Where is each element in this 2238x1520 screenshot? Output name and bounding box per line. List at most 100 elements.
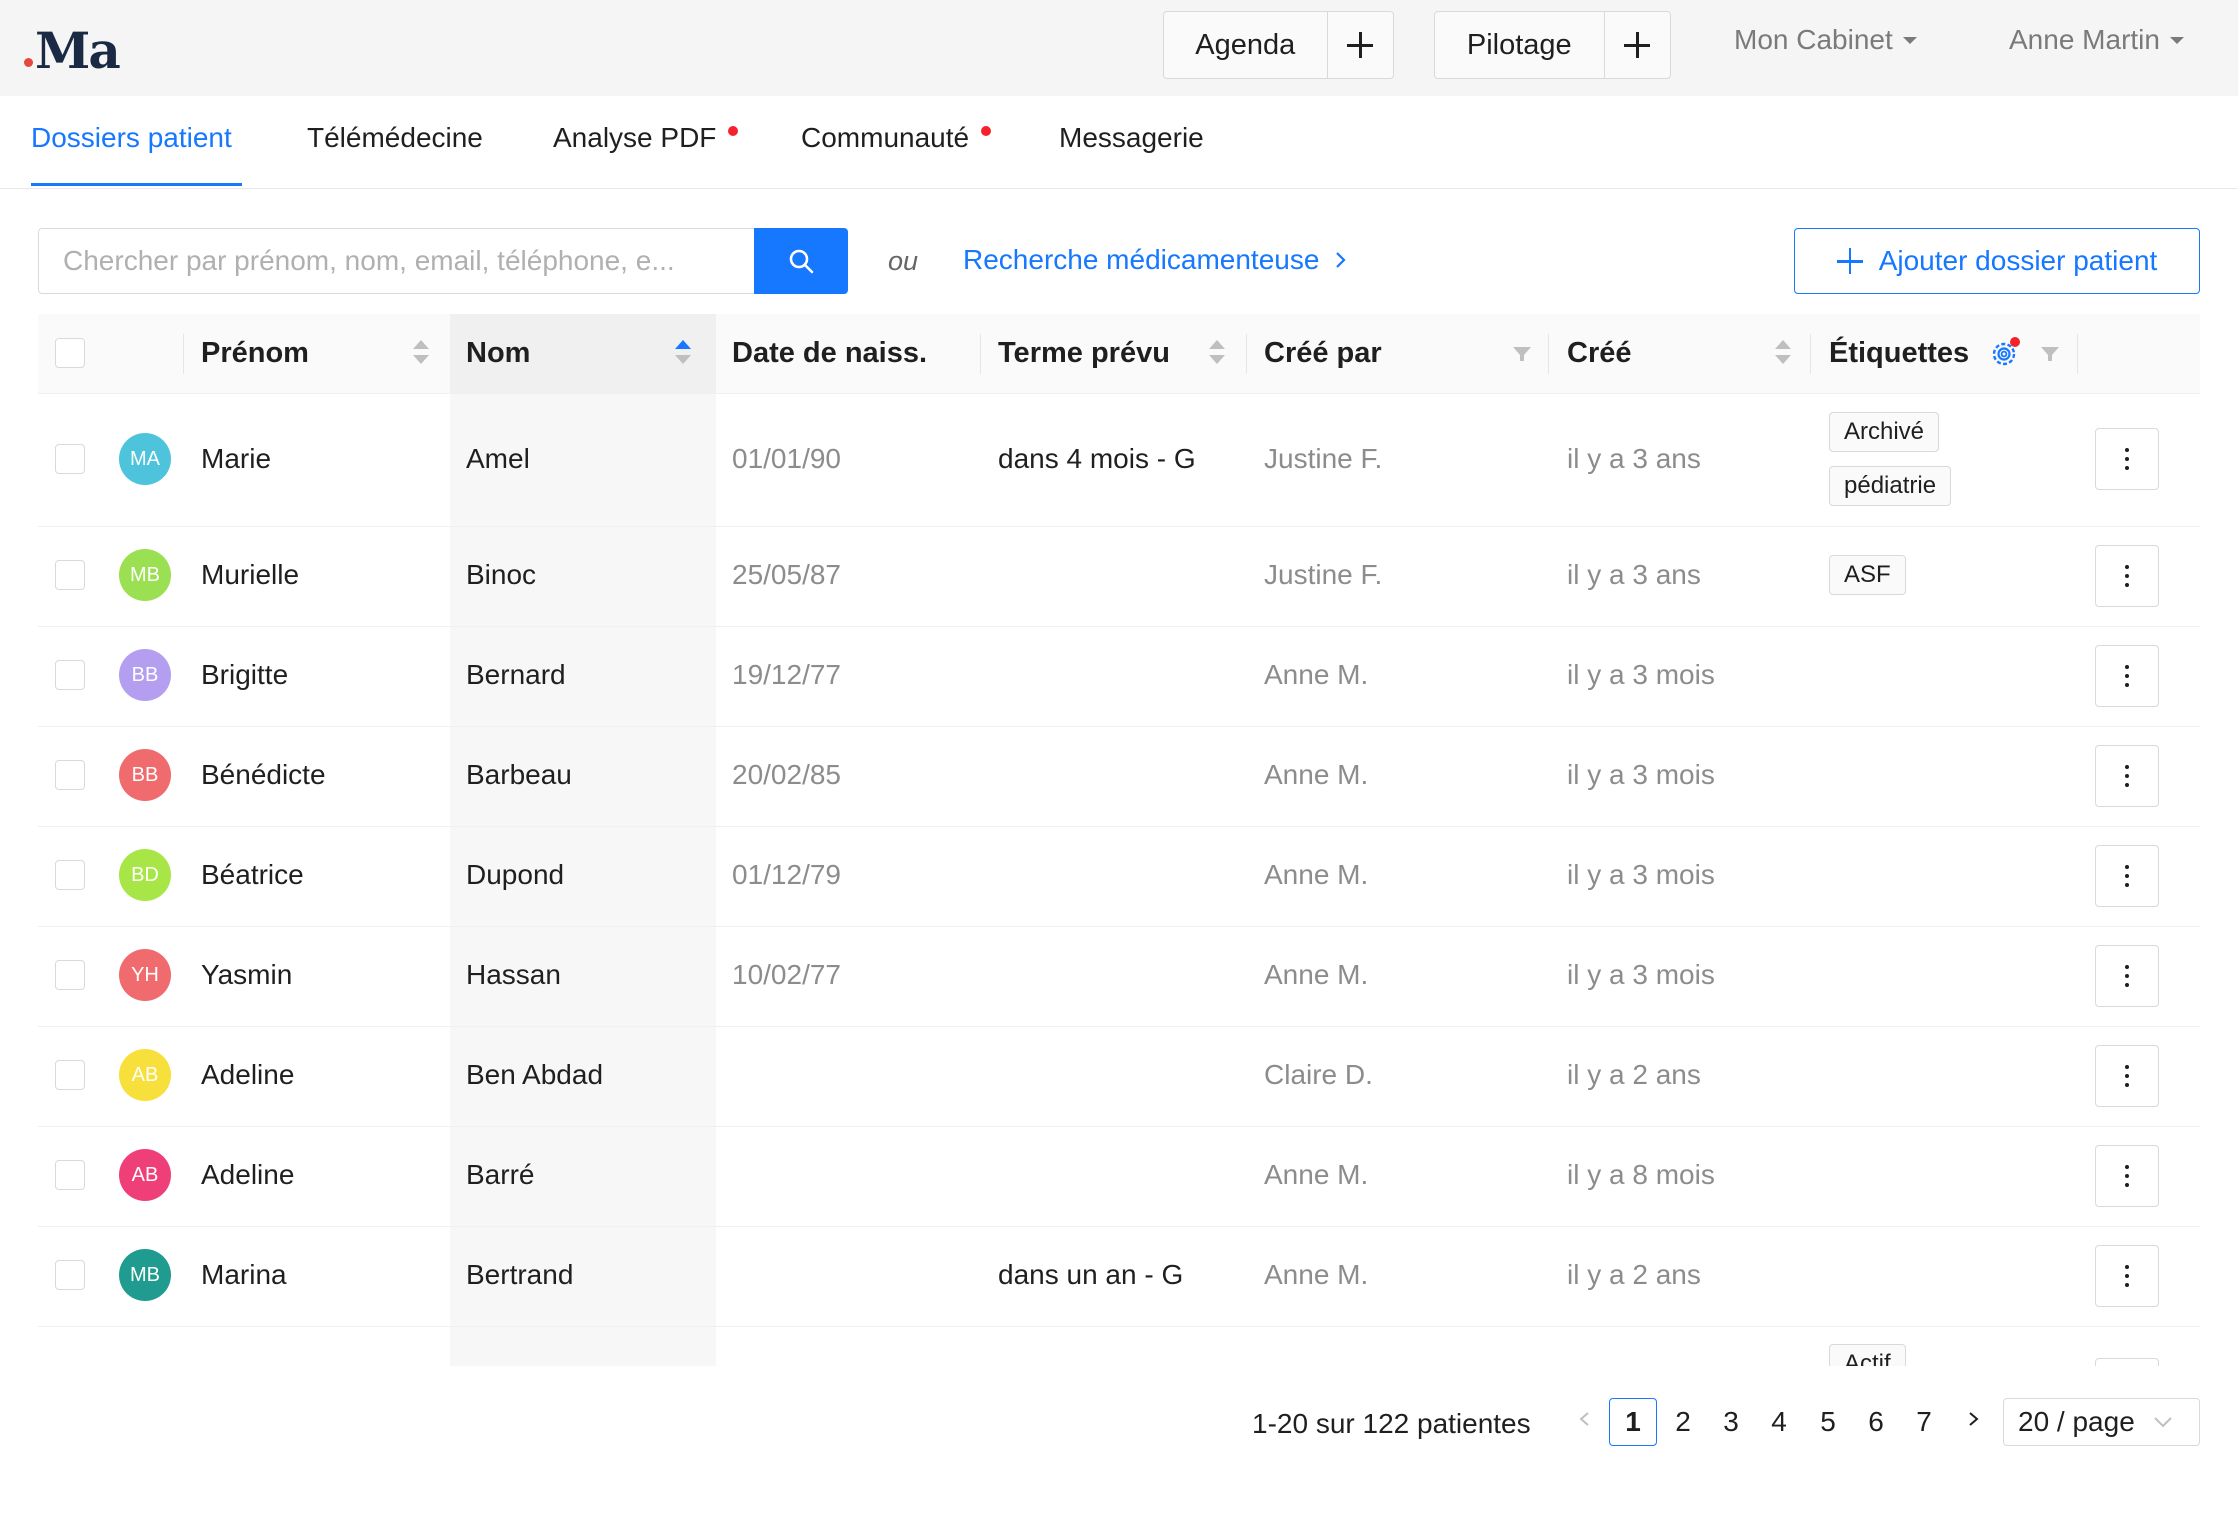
header-nom[interactable]: Nom [466,314,530,393]
table-row[interactable]: YH Yasmin Hassan 10/02/77 Anne M. il y a… [38,926,2200,1027]
pilotage-add-button[interactable] [1605,12,1670,78]
tab-communaute[interactable]: Communauté [801,122,992,186]
table-row[interactable]: BB Bénédicte Barbeau 20/02/85 Anne M. il… [38,726,2200,827]
divider [1548,334,1549,374]
table-row[interactable]: MB Marina Bertrand dans un an - G Anne M… [38,1226,2200,1327]
kebab-icon [2125,1165,2129,1169]
header-date-naissance[interactable]: Date de naiss. [732,314,927,393]
cell-nom: Hassan [466,959,561,990]
avatar: BD [119,849,171,901]
tag-label[interactable]: Archivé [1829,412,1940,452]
divider [1810,334,1811,374]
cell-cree-par: Claire D. [1264,1059,1373,1090]
chevron-left-icon[interactable] [1578,1412,1592,1426]
row-actions-button[interactable] [2095,645,2159,707]
sort-asc-icon[interactable] [675,338,691,370]
logo-text: Ma [35,21,121,80]
user-dropdown[interactable]: Anne Martin [2009,24,2184,56]
table-row[interactable]: AB Adeline Ben Abdad Claire D. il y a 2 … [38,1026,2200,1127]
select-all-checkbox[interactable] [55,338,85,368]
patients-table: Prénom Nom Date de naiss. Terme prévu Cr… [38,314,2200,1366]
cell-prenom: Adeline [201,1159,295,1190]
tab-analyse-pdf[interactable]: Analyse PDF [553,122,739,186]
row-checkbox[interactable] [55,860,85,890]
table-row[interactable]: MB Murielle Binoc 25/05/87 Justine F. il… [38,526,2200,627]
table-row[interactable]: BD Béatrice Dupond 01/12/79 Anne M. il y… [38,826,2200,927]
tab-telemedecine[interactable]: Télémédecine [307,122,483,186]
header-cree[interactable]: Créé [1567,314,1632,393]
agenda-add-button[interactable] [1328,12,1393,78]
row-actions-button[interactable] [2095,1245,2159,1307]
page-size-select[interactable]: 20 / page [2003,1398,2200,1446]
tab-label: Dossiers patient [31,122,232,153]
user-name: Anne Martin [2009,24,2160,55]
row-actions-button[interactable] [2095,845,2159,907]
cell-nom: Binoc [466,559,537,590]
row-checkbox[interactable] [55,1260,85,1290]
cell-cree: il y a 2 ans [1567,1259,1701,1290]
cabinet-label: Mon Cabinet [1734,24,1893,55]
header-terme-prevu[interactable]: Terme prévu [998,314,1170,393]
page-2[interactable]: 2 [1659,1398,1707,1446]
filter-icon[interactable] [2040,344,2060,364]
cabinet-dropdown[interactable]: Mon Cabinet [1734,24,1917,56]
page-4[interactable]: 4 [1755,1398,1803,1446]
row-actions-button[interactable] [2095,1145,2159,1207]
sort-icon[interactable] [1209,338,1225,370]
search-button[interactable] [754,228,848,294]
page-3[interactable]: 3 [1707,1398,1755,1446]
medication-search-link[interactable]: Recherche médicamenteuse [963,244,1347,276]
avatar: MA [119,433,171,485]
row-actions-button[interactable] [2095,428,2159,490]
header-etiquettes: Étiquettes [1829,337,1970,369]
row-checkbox[interactable] [55,960,85,990]
sort-icon[interactable] [413,338,429,370]
tag-label[interactable]: Actif [1829,1344,1906,1366]
tab-messagerie[interactable]: Messagerie [1059,122,1204,186]
cell-date-naissance: 10/02/77 [732,959,841,990]
tag-label[interactable]: ASF [1829,555,1906,595]
row-actions-button[interactable] [2095,1358,2159,1366]
filter-icon[interactable] [1512,344,1532,364]
app-logo[interactable]: Ma [24,14,121,80]
row-checkbox[interactable] [55,660,85,690]
page-size-label: 20 / page [2018,1406,2135,1437]
tab-dossiers-patient[interactable]: Dossiers patient [31,122,242,186]
divider [1246,334,1247,374]
gear-icon[interactable] [1988,336,2022,370]
cell-nom: Ben Abdad [466,1059,604,1090]
top-bar: Ma Agenda Pilotage Mon Cabinet Anne Mart… [0,0,2238,96]
chevron-right-icon[interactable] [1966,1412,1980,1426]
tag-label[interactable]: pédiatrie [1829,466,1952,506]
pilotage-button[interactable]: Pilotage [1435,12,1604,78]
page-6[interactable]: 6 [1852,1398,1900,1446]
page-7[interactable]: 7 [1900,1398,1948,1446]
row-actions-button[interactable] [2095,545,2159,607]
kebab-icon [2125,865,2129,869]
add-patient-button[interactable]: Ajouter dossier patient [1794,228,2200,294]
cell-cree: il y a 3 mois [1567,659,1715,690]
page-5[interactable]: 5 [1804,1398,1852,1446]
row-checkbox[interactable] [55,560,85,590]
patient-search-input[interactable] [38,228,755,294]
header-prenom[interactable]: Prénom [201,314,309,393]
divider [980,334,981,374]
row-actions-button[interactable] [2095,1045,2159,1107]
row-checkbox[interactable] [55,760,85,790]
page-1[interactable]: 1 [1609,1398,1657,1446]
table-row[interactable]: MA Marie Amel 01/01/90 dans 4 mois - G J… [38,393,2200,527]
row-actions-button[interactable] [2095,745,2159,807]
row-checkbox[interactable] [55,444,85,474]
row-checkbox[interactable] [55,1060,85,1090]
table-row[interactable]: AB Adeline Barré Anne M. il y a 8 mois [38,1126,2200,1227]
plus-icon [1624,32,1651,58]
sort-icon[interactable] [1775,338,1791,370]
row-checkbox[interactable] [55,1160,85,1190]
agenda-button-group: Agenda [1163,11,1394,79]
row-actions-button[interactable] [2095,945,2159,1007]
chevron-right-icon [1336,252,1346,268]
agenda-button[interactable]: Agenda [1164,12,1327,78]
header-cree-par[interactable]: Créé par [1264,314,1382,393]
table-row[interactable]: BB Brigitte Bernard 19/12/77 Anne M. il … [38,626,2200,727]
divider [2077,334,2078,374]
